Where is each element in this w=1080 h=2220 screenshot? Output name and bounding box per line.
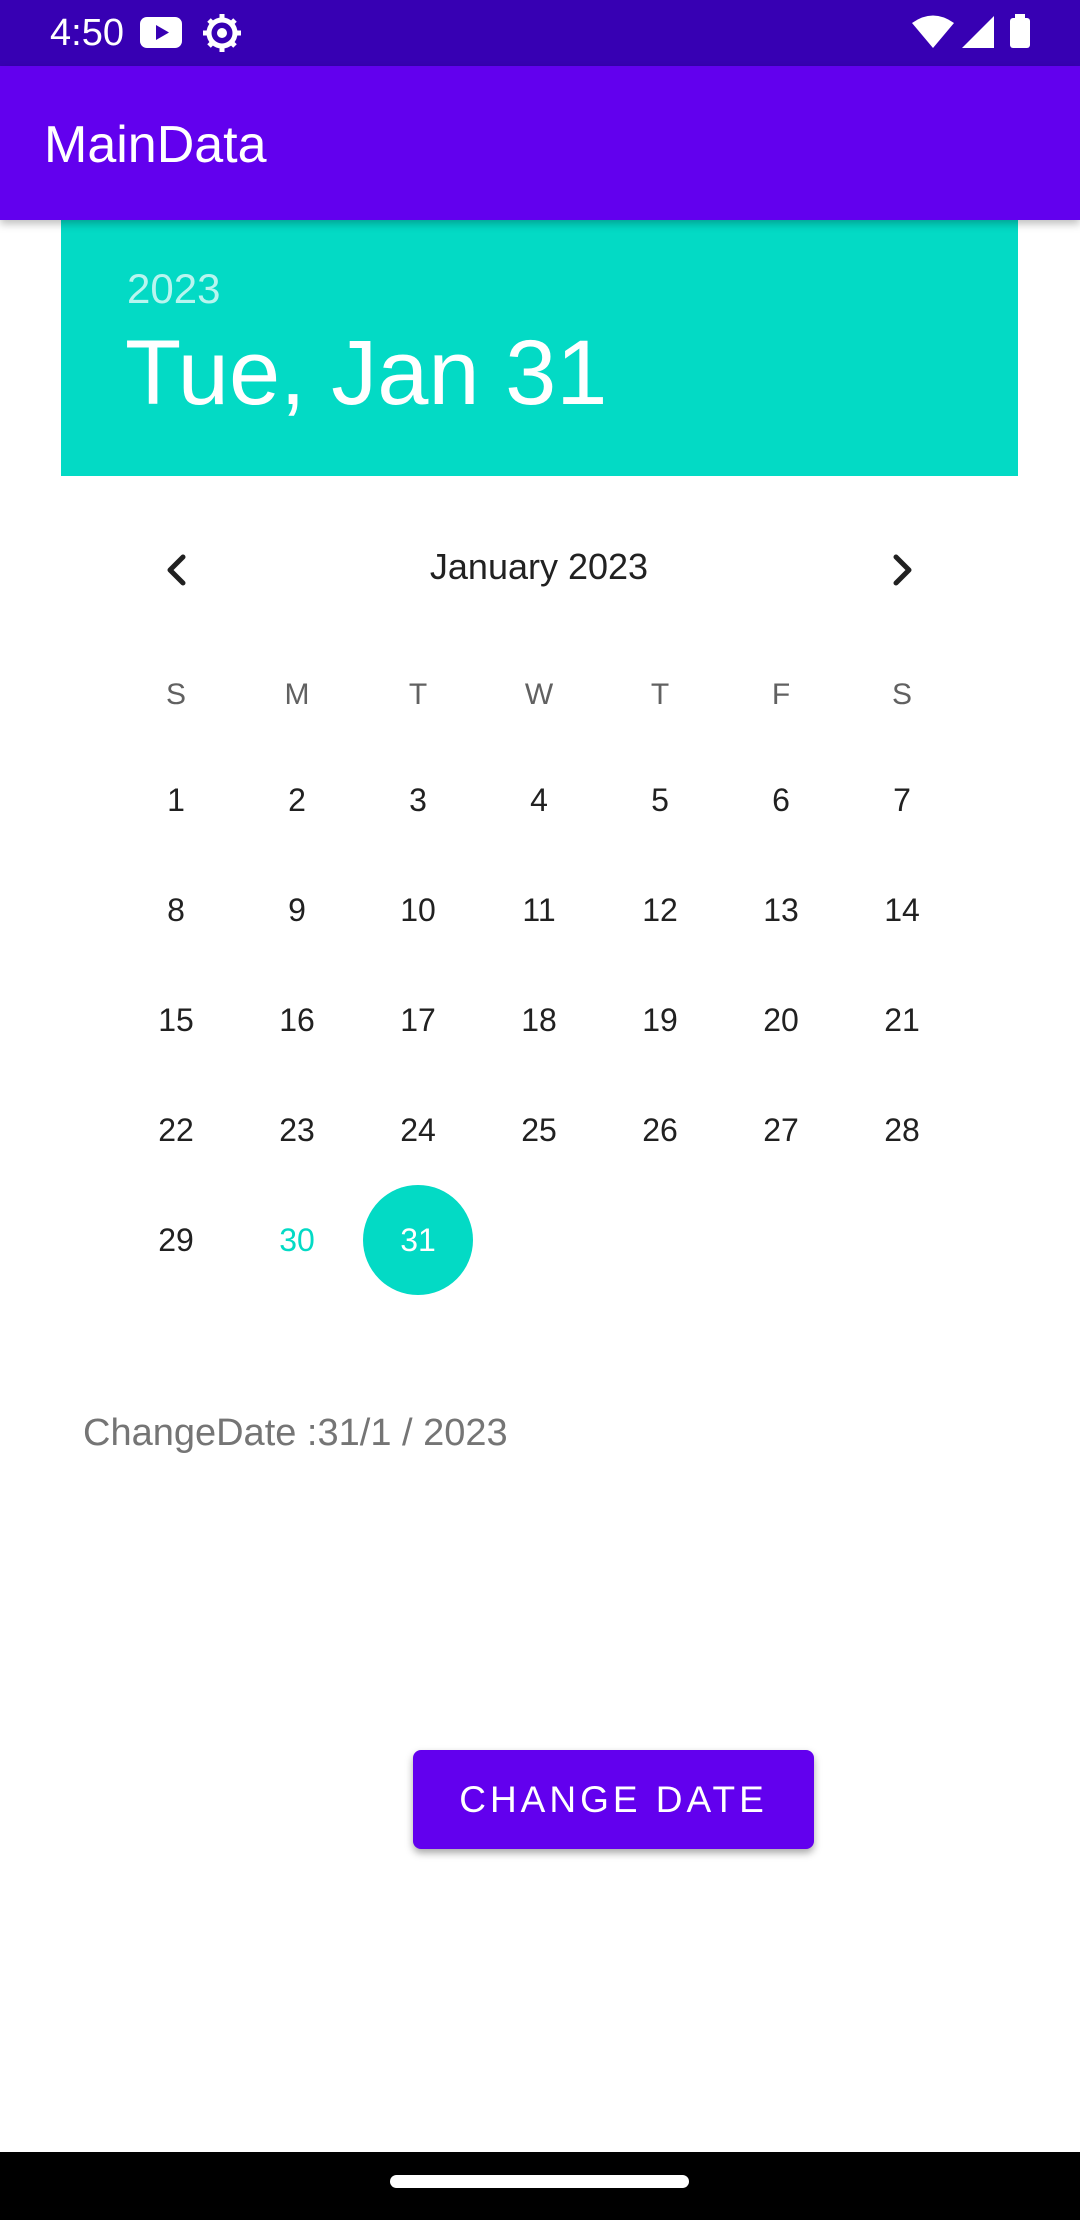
calendar-day[interactable]: 14 — [847, 855, 957, 965]
calendar-day[interactable]: 10 — [363, 855, 473, 965]
calendar-day[interactable]: 3 — [363, 745, 473, 855]
weekday-tuesday: T — [408, 678, 428, 711]
calendar-day[interactable]: 12 — [605, 855, 715, 965]
calendar-day[interactable]: 29 — [121, 1185, 231, 1295]
date-picker-header: 2023 Tue, Jan 31 — [61, 220, 1018, 476]
calendar-day-selected[interactable]: 31 — [363, 1185, 473, 1295]
calendar-day[interactable]: 16 — [242, 965, 352, 1075]
status-left-icons — [140, 14, 250, 59]
calendar-day[interactable]: 19 — [605, 965, 715, 1075]
calendar-day[interactable]: 23 — [242, 1075, 352, 1185]
weekday-thursday: T — [650, 678, 670, 711]
calendar-day[interactable]: 15 — [121, 965, 231, 1075]
app-bar: MainData — [0, 66, 1080, 220]
calendar-day[interactable]: 2 — [242, 745, 352, 855]
calendar-day[interactable]: 17 — [363, 965, 473, 1075]
cell-signal-icon — [962, 16, 994, 48]
picker-selected-date: Tue, Jan 31 — [125, 322, 608, 424]
status-time: 4:50 — [50, 12, 124, 54]
weekday-saturday: S — [891, 678, 912, 711]
settings-gear-icon — [203, 14, 241, 52]
calendar-day[interactable]: 21 — [847, 965, 957, 1075]
calendar-day[interactable]: 9 — [242, 855, 352, 965]
weekday-monday: M — [284, 678, 310, 711]
next-month-button[interactable] — [866, 534, 938, 606]
previous-month-button[interactable] — [141, 534, 213, 606]
weekday-friday: F — [771, 678, 791, 711]
change-date-button[interactable]: CHANGE DATE — [413, 1750, 814, 1849]
picker-year[interactable]: 2023 — [127, 264, 220, 314]
system-navigation-bar — [0, 2152, 1080, 2220]
calendar-day-today[interactable]: 30 — [242, 1185, 352, 1295]
calendar-day[interactable]: 7 — [847, 745, 957, 855]
calendar-day[interactable]: 25 — [484, 1075, 594, 1185]
calendar-day[interactable]: 26 — [605, 1075, 715, 1185]
status-right-icons — [912, 14, 1042, 57]
calendar-day[interactable]: 22 — [121, 1075, 231, 1185]
app-title: MainData — [44, 116, 267, 174]
chevron-left-icon — [167, 554, 186, 586]
calendar-day[interactable]: 11 — [484, 855, 594, 965]
calendar-day[interactable]: 28 — [847, 1075, 957, 1185]
calendar-day[interactable]: 13 — [726, 855, 836, 965]
weekday-sunday: S — [165, 678, 186, 711]
calendar-day[interactable]: 20 — [726, 965, 836, 1075]
battery-icon — [1010, 14, 1030, 48]
calendar-day[interactable]: 18 — [484, 965, 594, 1075]
chevron-right-icon — [893, 554, 912, 586]
calendar-day[interactable]: 5 — [605, 745, 715, 855]
month-title: January 2023 — [429, 546, 649, 587]
youtube-icon — [140, 17, 182, 48]
calendar-day[interactable]: 4 — [484, 745, 594, 855]
weekday-wednesday: W — [524, 678, 554, 711]
status-bar: 4:50 — [0, 0, 1080, 66]
home-gesture-handle[interactable] — [390, 2175, 689, 2188]
wifi-icon — [912, 15, 954, 48]
calendar-day[interactable]: 27 — [726, 1075, 836, 1185]
calendar-day[interactable]: 6 — [726, 745, 836, 855]
calendar-day[interactable]: 24 — [363, 1075, 473, 1185]
change-date-text: ChangeDate :31/1 / 2023 — [83, 1412, 508, 1454]
calendar-day[interactable]: 1 — [121, 745, 231, 855]
calendar-day[interactable]: 8 — [121, 855, 231, 965]
